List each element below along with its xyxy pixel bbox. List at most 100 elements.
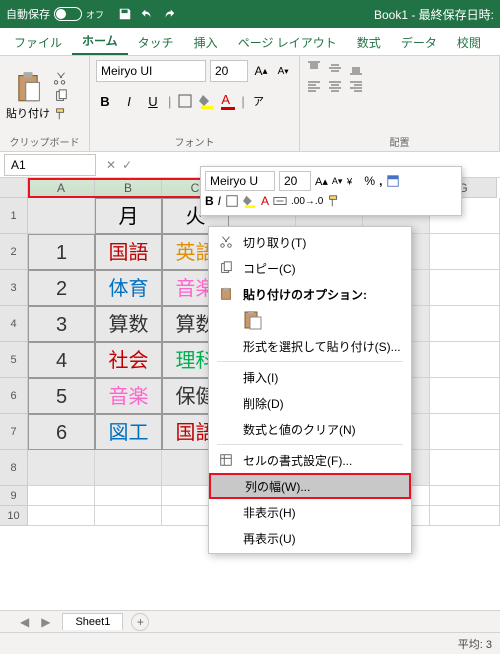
- ctx-insert[interactable]: 挿入(I): [209, 364, 411, 390]
- cell[interactable]: [28, 198, 95, 234]
- cancel-formula-icon[interactable]: ✕: [106, 158, 116, 172]
- mini-percent-icon[interactable]: %: [364, 174, 375, 188]
- align-middle-icon[interactable]: [327, 60, 343, 76]
- cell[interactable]: [430, 342, 500, 378]
- mini-font-name[interactable]: [205, 171, 275, 191]
- mini-merge-icon[interactable]: [273, 194, 287, 208]
- mini-decrease-font-icon[interactable]: A▾: [332, 176, 343, 187]
- sheet-tab-sheet1[interactable]: Sheet1: [62, 613, 123, 630]
- cell[interactable]: [430, 378, 500, 414]
- row-header[interactable]: 8: [0, 450, 28, 486]
- mini-fill-color-icon[interactable]: [243, 194, 257, 208]
- border-icon[interactable]: [177, 93, 193, 109]
- decrease-font-icon[interactable]: A▾: [274, 62, 292, 80]
- ctx-delete[interactable]: 削除(D): [209, 390, 411, 416]
- fill-color-icon[interactable]: [199, 93, 215, 109]
- cell[interactable]: [430, 450, 500, 486]
- autosave-toggle[interactable]: 自動保存 オフ: [6, 6, 104, 22]
- cut-icon[interactable]: [54, 71, 68, 85]
- ctx-clear[interactable]: 数式と値のクリア(N): [209, 416, 411, 442]
- cell[interactable]: [430, 414, 500, 450]
- mini-accounting-format-icon[interactable]: ¥: [346, 174, 360, 188]
- format-painter-icon[interactable]: [54, 107, 68, 121]
- cell[interactable]: [430, 306, 500, 342]
- copy-icon[interactable]: [54, 89, 68, 103]
- align-center-icon[interactable]: [327, 79, 343, 95]
- cell[interactable]: 2: [28, 270, 95, 306]
- row-header[interactable]: 9: [0, 486, 28, 506]
- mini-decrease-decimal-icon[interactable]: .00→.0: [291, 196, 323, 207]
- select-all-corner[interactable]: [0, 178, 28, 198]
- cell[interactable]: 1: [28, 234, 95, 270]
- cell[interactable]: 算数: [95, 306, 162, 342]
- row-header[interactable]: 7: [0, 414, 28, 450]
- italic-button[interactable]: I: [120, 92, 138, 110]
- tab-touch[interactable]: タッチ: [128, 28, 184, 55]
- add-sheet-button[interactable]: +: [131, 613, 149, 631]
- mini-bold-button[interactable]: B: [205, 194, 214, 208]
- row-header[interactable]: 6: [0, 378, 28, 414]
- redo-icon[interactable]: [162, 7, 176, 21]
- mini-format-painter-icon[interactable]: [327, 194, 341, 208]
- cell[interactable]: 5: [28, 378, 95, 414]
- cell[interactable]: [28, 486, 95, 506]
- undo-icon[interactable]: [140, 7, 154, 21]
- underline-button[interactable]: U: [144, 92, 162, 110]
- increase-font-icon[interactable]: A▴: [252, 62, 270, 80]
- row-header[interactable]: 2: [0, 234, 28, 270]
- align-left-icon[interactable]: [306, 79, 322, 95]
- mini-table-icon[interactable]: [386, 174, 400, 188]
- mini-font-size[interactable]: [279, 171, 311, 191]
- save-icon[interactable]: [118, 7, 132, 21]
- row-header[interactable]: 10: [0, 506, 28, 526]
- tab-pagelayout[interactable]: ページ レイアウト: [228, 28, 347, 55]
- sheet-nav-next-icon[interactable]: ▶: [41, 615, 50, 629]
- enter-formula-icon[interactable]: ✓: [122, 158, 132, 172]
- phonetic-icon[interactable]: ア: [251, 93, 267, 109]
- ctx-cut[interactable]: 切り取り(T): [209, 229, 411, 255]
- ctx-paste-option-default[interactable]: [209, 307, 411, 333]
- row-header[interactable]: 5: [0, 342, 28, 378]
- cell[interactable]: 体育: [95, 270, 162, 306]
- row-header[interactable]: 1: [0, 198, 28, 234]
- ctx-hide[interactable]: 非表示(H): [209, 499, 411, 525]
- ctx-column-width[interactable]: 列の幅(W)...: [209, 473, 411, 499]
- tab-formulas[interactable]: 数式: [347, 28, 391, 55]
- align-right-icon[interactable]: [348, 79, 364, 95]
- cell[interactable]: 3: [28, 306, 95, 342]
- font-color-icon[interactable]: A: [221, 92, 235, 110]
- align-bottom-icon[interactable]: [348, 60, 364, 76]
- cell[interactable]: 社会: [95, 342, 162, 378]
- cell[interactable]: [95, 450, 162, 486]
- bold-button[interactable]: B: [96, 92, 114, 110]
- mini-increase-font-icon[interactable]: A▴: [315, 175, 328, 188]
- mini-italic-button[interactable]: I: [218, 194, 221, 208]
- align-top-icon[interactable]: [306, 60, 322, 76]
- cell[interactable]: [95, 506, 162, 526]
- ctx-format-cells[interactable]: セルの書式設定(F)...: [209, 447, 411, 473]
- ctx-copy[interactable]: コピー(C): [209, 255, 411, 281]
- cell[interactable]: [430, 506, 500, 526]
- column-header-b[interactable]: B: [95, 178, 162, 198]
- font-size-select[interactable]: [210, 60, 248, 82]
- sheet-nav-prev-icon[interactable]: ◀: [20, 615, 29, 629]
- cell[interactable]: 図工: [95, 414, 162, 450]
- cell[interactable]: [28, 450, 95, 486]
- cell[interactable]: [430, 234, 500, 270]
- font-name-select[interactable]: [96, 60, 206, 82]
- cell[interactable]: 国語: [95, 234, 162, 270]
- row-header[interactable]: 3: [0, 270, 28, 306]
- mini-font-color-icon[interactable]: A: [261, 194, 269, 208]
- tab-insert[interactable]: 挿入: [184, 28, 228, 55]
- column-header-a[interactable]: A: [28, 178, 95, 198]
- ctx-unhide[interactable]: 再表示(U): [209, 525, 411, 551]
- cell[interactable]: 4: [28, 342, 95, 378]
- cell[interactable]: 月: [95, 198, 162, 234]
- cell[interactable]: 音楽: [95, 378, 162, 414]
- name-box[interactable]: A1: [4, 154, 96, 176]
- paste-button[interactable]: 貼り付け: [6, 71, 50, 121]
- cell[interactable]: [430, 486, 500, 506]
- cell[interactable]: [28, 506, 95, 526]
- tab-review[interactable]: 校閲: [447, 28, 491, 55]
- ctx-paste-special[interactable]: 形式を選択して貼り付け(S)...: [209, 333, 411, 359]
